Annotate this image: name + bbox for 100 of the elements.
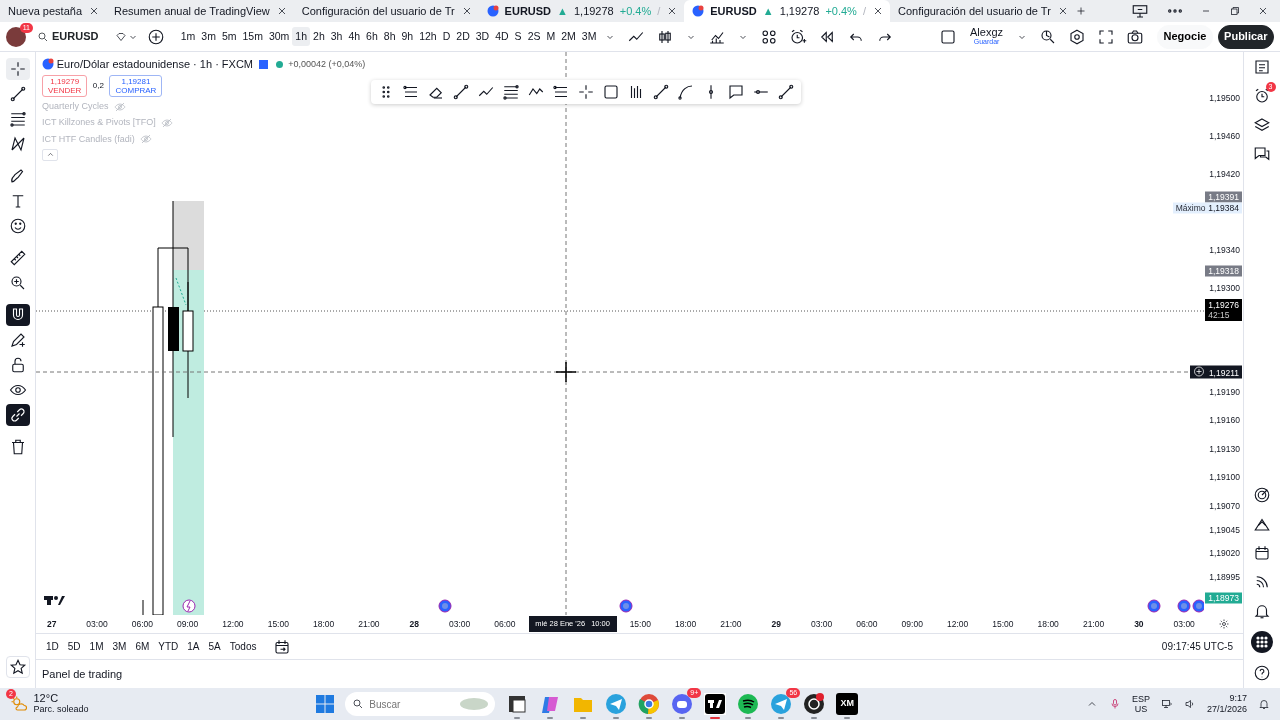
interval-button[interactable]: 2h (310, 26, 328, 47)
range-button[interactable]: Todos (229, 639, 257, 654)
diamond-icon[interactable] (115, 30, 128, 43)
symbol-title[interactable]: Euro/Dólar estadounidense · 1h · FXCM (56, 56, 253, 73)
trendline-icon[interactable] (777, 83, 795, 101)
interval-button[interactable]: M (543, 26, 559, 47)
time-label: 18:00 (1036, 617, 1060, 631)
interval-button[interactable]: 5m (218, 26, 240, 47)
interval-button[interactable]: 3m (198, 26, 219, 47)
interval-button[interactable]: 2S (524, 26, 544, 47)
apps-icon[interactable] (1250, 631, 1273, 653)
weather-text[interactable]: Parc. soleado (33, 704, 89, 715)
help-icon[interactable] (1252, 664, 1271, 682)
browser-tab[interactable]: Configuración del usuario de Tr (293, 0, 479, 22)
windows-icon[interactable] (316, 695, 335, 713)
square-icon[interactable] (939, 27, 957, 46)
browser-tab[interactable]: EURUSD ▲ 1,19278 +0.4% / (478, 0, 685, 22)
range-button[interactable]: 1A (187, 639, 200, 654)
trendline-icon[interactable] (652, 83, 670, 101)
interval-button[interactable]: 4h (345, 26, 364, 47)
add-icon[interactable] (146, 27, 165, 46)
calendar-icon[interactable] (1252, 544, 1271, 562)
flag-icon[interactable] (258, 59, 268, 69)
range-button[interactable]: 5A (208, 639, 221, 654)
crosshair-icon[interactable] (577, 83, 595, 101)
interval-button[interactable]: 9h (398, 26, 417, 47)
bell-icon[interactable] (1252, 602, 1271, 620)
link-tool[interactable] (5, 404, 30, 426)
interval-button[interactable]: 12h (416, 26, 440, 47)
time-label: 30 (1133, 617, 1145, 631)
close-icon[interactable] (88, 5, 100, 17)
buy-button[interactable]: 1,19281 COMPRAR (109, 75, 163, 98)
close-icon[interactable] (1257, 5, 1269, 17)
interval-button[interactable]: 30m (265, 26, 293, 47)
range-button[interactable]: 1D (46, 639, 59, 654)
taskbar-clock[interactable]: 9:17 27/1/2026 (1206, 693, 1247, 715)
target-icon[interactable] (1252, 486, 1271, 504)
pencil-icon (8, 331, 27, 349)
price-tag: 1,19391 (1205, 191, 1242, 203)
lines-icon[interactable] (502, 83, 520, 101)
magnet-tool[interactable] (5, 304, 30, 326)
interval-button[interactable]: 3D (472, 26, 493, 47)
interval-button[interactable]: 4D (492, 26, 512, 47)
publish-button[interactable]: Publicar (1217, 24, 1274, 49)
add-alert-icon[interactable] (1192, 365, 1205, 378)
network-icon[interactable] (1160, 698, 1173, 710)
symbol-search[interactable]: EURUSD (33, 24, 103, 49)
speaker-icon[interactable] (1183, 698, 1196, 710)
search-field[interactable]: Buscar (345, 692, 496, 716)
settings-icon[interactable] (1068, 27, 1087, 46)
interval-button[interactable]: 3M (578, 26, 600, 47)
level-line (142, 599, 144, 615)
range-button[interactable]: 3M (112, 639, 127, 654)
sell-button[interactable]: 1,19279 VENDER (42, 75, 88, 98)
notifications-icon[interactable] (1258, 698, 1270, 710)
microphone-icon[interactable] (1108, 698, 1121, 710)
monitor-icon[interactable] (1131, 2, 1149, 20)
interval-button[interactable]: 1m (177, 26, 199, 47)
interval-button[interactable]: 2M (558, 26, 579, 47)
language-indicator[interactable]: ESP US (1131, 694, 1150, 714)
alarm-icon[interactable] (789, 27, 808, 46)
camera-icon[interactable] (1126, 27, 1145, 46)
tab-trail: / (862, 3, 866, 19)
browser-tab[interactable]: Configuración del usuario de Tr (889, 0, 1075, 22)
panel-title[interactable]: Panel de trading (42, 665, 123, 683)
restore-icon[interactable] (1228, 5, 1241, 17)
browser-tab[interactable]: Resumen anual de TradingView (106, 0, 294, 22)
user-name[interactable]: Alexgz (970, 26, 1004, 37)
price-label: 1,18995 (1209, 570, 1240, 584)
watchlist-icon[interactable] (1252, 58, 1271, 76)
browser-tab[interactable]: Nueva pestaña (0, 0, 106, 22)
interval-button[interactable]: 2D (453, 26, 473, 47)
interval-button[interactable]: 15m (239, 26, 266, 47)
browser-tab[interactable]: EURUSD ▲ 1,19278 +0.4% / (684, 0, 890, 22)
interval-button[interactable]: 1h (292, 26, 311, 47)
ruler-icon (8, 249, 27, 267)
crosshair-tool[interactable] (5, 58, 30, 80)
range-button[interactable]: 1M (89, 639, 104, 654)
favorites-button[interactable] (5, 656, 30, 678)
range-button[interactable]: 5D (67, 639, 81, 654)
weather-icon[interactable] (10, 695, 28, 713)
interval-button[interactable]: S (511, 26, 525, 47)
clock[interactable]: 09:17:45 UTC-5 (1161, 639, 1233, 654)
interval-button[interactable]: 6h (363, 26, 381, 47)
fullscreen-icon[interactable] (1097, 27, 1116, 46)
temperature[interactable]: 12°C (33, 693, 89, 704)
square-icon[interactable] (602, 83, 620, 101)
record-icon (803, 693, 826, 715)
calendar-icon[interactable] (273, 637, 292, 656)
range-button[interactable]: YTD (158, 639, 179, 654)
price-label: 1,19340 (1209, 243, 1240, 257)
range-button[interactable]: 6M (135, 639, 150, 654)
comment-icon[interactable] (727, 83, 745, 101)
trendline-icon[interactable] (452, 83, 470, 101)
curve-icon[interactable] (677, 83, 695, 101)
trade-button[interactable]: Negocie (1157, 24, 1213, 49)
layout-icon[interactable] (760, 27, 779, 46)
interval-button[interactable]: D (439, 26, 454, 47)
interval-button[interactable]: 8h (380, 26, 399, 47)
interval-button[interactable]: 3h (327, 26, 346, 47)
